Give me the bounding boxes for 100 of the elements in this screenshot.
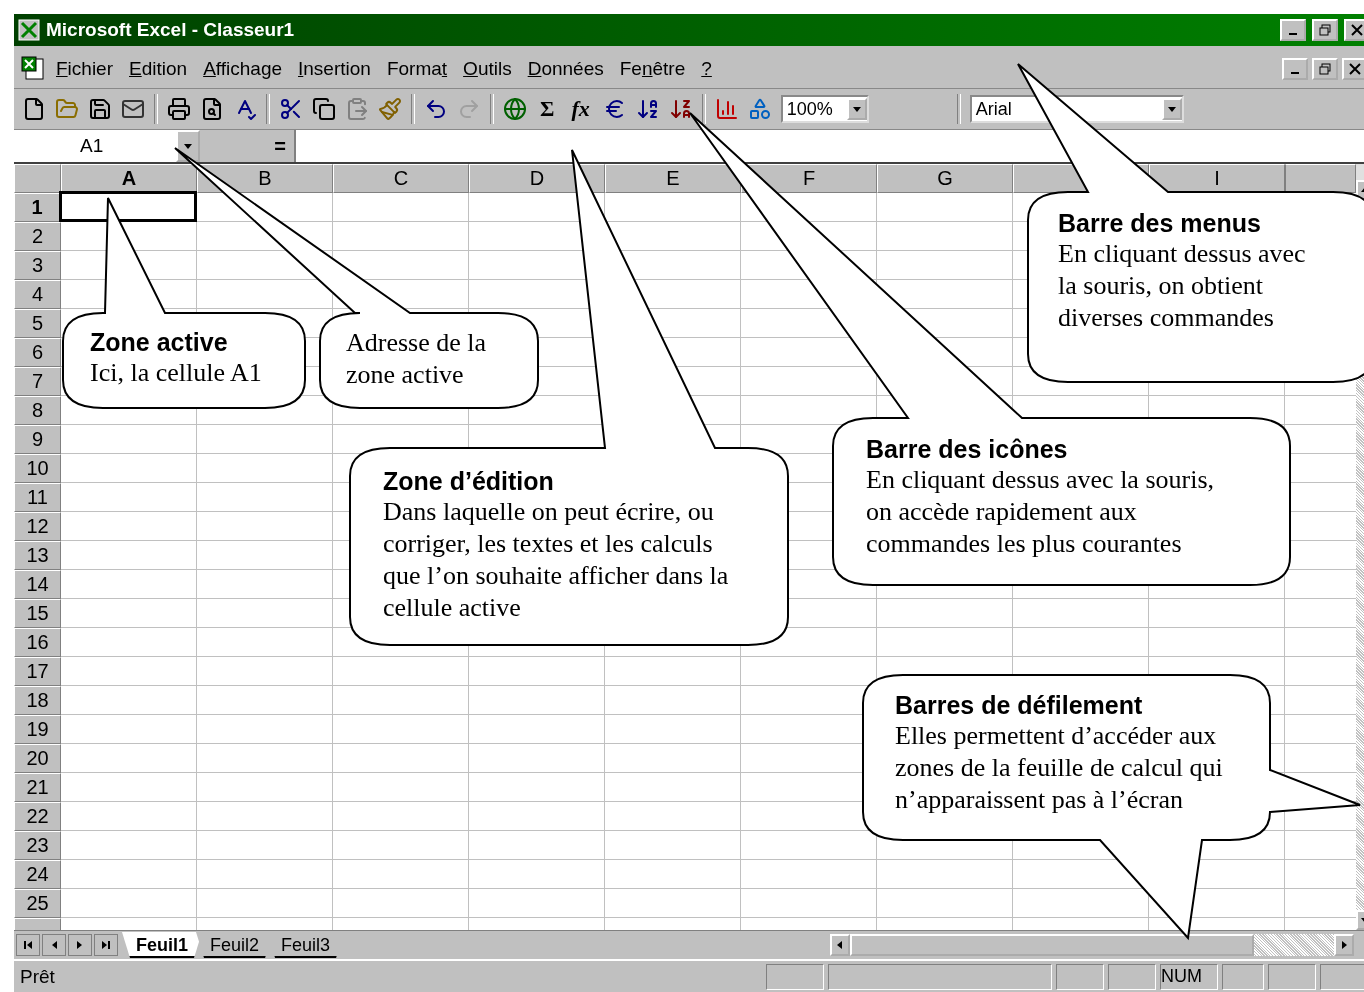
menu-item[interactable]: ? bbox=[695, 56, 718, 82]
status-panel bbox=[1320, 963, 1364, 990]
row-header[interactable]: 17 bbox=[14, 657, 61, 686]
row-header[interactable]: 9 bbox=[14, 425, 61, 454]
column-header[interactable] bbox=[1285, 164, 1356, 193]
row-header[interactable]: 25 bbox=[14, 889, 61, 918]
minimize-button[interactable] bbox=[1282, 58, 1308, 80]
new-file-icon[interactable] bbox=[22, 97, 46, 121]
row-header[interactable]: 16 bbox=[14, 628, 61, 657]
restore-icon bbox=[1319, 63, 1331, 75]
row-header[interactable]: 7 bbox=[14, 367, 61, 396]
status-panel bbox=[1222, 963, 1264, 990]
row-header[interactable]: 8 bbox=[14, 396, 61, 425]
arrow-icon bbox=[101, 940, 111, 950]
callout-text: Adresse de la zone active bbox=[346, 327, 488, 391]
row-header[interactable]: 18 bbox=[14, 686, 61, 715]
column-header[interactable]: B bbox=[197, 164, 333, 193]
scissors-icon[interactable] bbox=[279, 97, 303, 121]
globe-icon[interactable] bbox=[503, 97, 527, 121]
row-header[interactable]: 19 bbox=[14, 715, 61, 744]
preview-icon[interactable] bbox=[200, 97, 224, 121]
close-button[interactable] bbox=[1342, 58, 1364, 80]
row-header[interactable]: 22 bbox=[14, 802, 61, 831]
paintbrush-icon[interactable] bbox=[378, 97, 402, 121]
restore-button[interactable] bbox=[1312, 58, 1338, 80]
scroll-right-button[interactable] bbox=[1334, 934, 1354, 956]
menu-item[interactable]: Edition bbox=[123, 56, 194, 82]
restore-button[interactable] bbox=[1312, 19, 1338, 41]
next-sheet-button[interactable] bbox=[68, 934, 92, 956]
menu-item[interactable]: Données bbox=[521, 56, 610, 82]
row-header[interactable]: 4 bbox=[14, 280, 61, 309]
first-sheet-button[interactable] bbox=[16, 934, 40, 956]
arrow-icon bbox=[1339, 940, 1349, 950]
row-header[interactable]: 21 bbox=[14, 773, 61, 802]
menu-item[interactable]: Affichage bbox=[197, 56, 288, 82]
menu-item[interactable]: Format bbox=[380, 56, 454, 82]
minimize-icon bbox=[1291, 72, 1299, 74]
row-header[interactable]: 12 bbox=[14, 512, 61, 541]
callout-title: Zone d’édition bbox=[383, 466, 555, 496]
row-header[interactable]: 23 bbox=[14, 831, 61, 860]
mail-icon[interactable] bbox=[121, 97, 145, 121]
row-header[interactable]: 3 bbox=[14, 251, 61, 280]
zoom-dropdown[interactable]: 100% bbox=[780, 95, 869, 123]
row-header[interactable]: 2 bbox=[14, 222, 61, 251]
formula-input[interactable] bbox=[296, 130, 1364, 162]
save-icon[interactable] bbox=[88, 97, 112, 121]
restore-icon bbox=[1319, 24, 1331, 36]
minimize-icon bbox=[1289, 33, 1297, 35]
sum-button[interactable]: Σ bbox=[536, 96, 559, 122]
status-text: Prêt bbox=[20, 965, 56, 988]
callout-text: Elles permettent d’accéder aux zones de la feuille de calcul qui n’apparaissent pas à l’écran bbox=[895, 720, 1224, 816]
scroll-left-button[interactable] bbox=[830, 934, 850, 956]
arrow-icon bbox=[851, 104, 862, 114]
excel-logo-icon bbox=[18, 19, 40, 41]
workbook-icon[interactable] bbox=[20, 56, 46, 82]
menu-item[interactable]: Fenêtre bbox=[613, 56, 692, 82]
callout-text: Ici, la cellule A1 bbox=[90, 357, 263, 389]
row-header[interactable]: 5 bbox=[14, 309, 61, 338]
row-header[interactable]: 24 bbox=[14, 860, 61, 889]
sort-ascending-icon[interactable] bbox=[635, 97, 660, 121]
select-all-button[interactable] bbox=[14, 164, 61, 193]
last-sheet-button[interactable] bbox=[94, 934, 118, 956]
undo-icon[interactable] bbox=[424, 97, 448, 121]
minimize-button[interactable] bbox=[1280, 19, 1306, 41]
chart-icon[interactable] bbox=[714, 97, 739, 121]
arrow-icon bbox=[835, 940, 845, 950]
status-panel bbox=[1108, 963, 1156, 990]
column-header[interactable]: E bbox=[605, 164, 741, 193]
row-header[interactable]: 13 bbox=[14, 541, 61, 570]
close-button[interactable] bbox=[1344, 19, 1364, 41]
callout-title: Barres de défilement bbox=[895, 690, 1144, 720]
row-header[interactable]: 20 bbox=[14, 744, 61, 773]
sort-descending-icon[interactable] bbox=[668, 97, 693, 121]
scrollbar-thumb[interactable] bbox=[850, 934, 1254, 956]
callout-title: Barre des icônes bbox=[866, 434, 1069, 464]
menu-item[interactable]: Fichier bbox=[50, 56, 119, 82]
callout-text: En cliquant dessus avec la souris, on accède rapidement aux commandes les plus courantes bbox=[866, 464, 1216, 560]
shapes-icon[interactable] bbox=[747, 97, 772, 121]
column-header[interactable]: C bbox=[333, 164, 469, 193]
row-header[interactable]: 10 bbox=[14, 454, 61, 483]
row-header[interactable]: 14 bbox=[14, 570, 61, 599]
dropdown-button[interactable] bbox=[176, 130, 200, 162]
printer-icon[interactable] bbox=[167, 97, 191, 121]
menu-item[interactable]: Insertion bbox=[292, 56, 377, 82]
previous-sheet-button[interactable] bbox=[42, 934, 66, 956]
row-header[interactable]: 6 bbox=[14, 338, 61, 367]
column-header[interactable]: G bbox=[877, 164, 1013, 193]
menu-item[interactable]: Outils bbox=[457, 56, 518, 82]
column-header[interactable]: A bbox=[61, 164, 197, 193]
function-button[interactable]: fx bbox=[567, 96, 594, 122]
row-header[interactable]: 1 bbox=[14, 193, 61, 222]
active-cell[interactable] bbox=[59, 191, 197, 222]
row-header[interactable]: 11 bbox=[14, 483, 61, 512]
window-title: Microsoft Excel - Classeur1 bbox=[46, 19, 296, 41]
folder-icon[interactable] bbox=[55, 97, 79, 121]
column-header[interactable]: D bbox=[469, 164, 605, 193]
row-header[interactable]: 15 bbox=[14, 599, 61, 628]
status-panel bbox=[1056, 963, 1104, 990]
name-box[interactable]: A1 bbox=[14, 130, 176, 162]
copy-icon[interactable] bbox=[312, 97, 336, 121]
